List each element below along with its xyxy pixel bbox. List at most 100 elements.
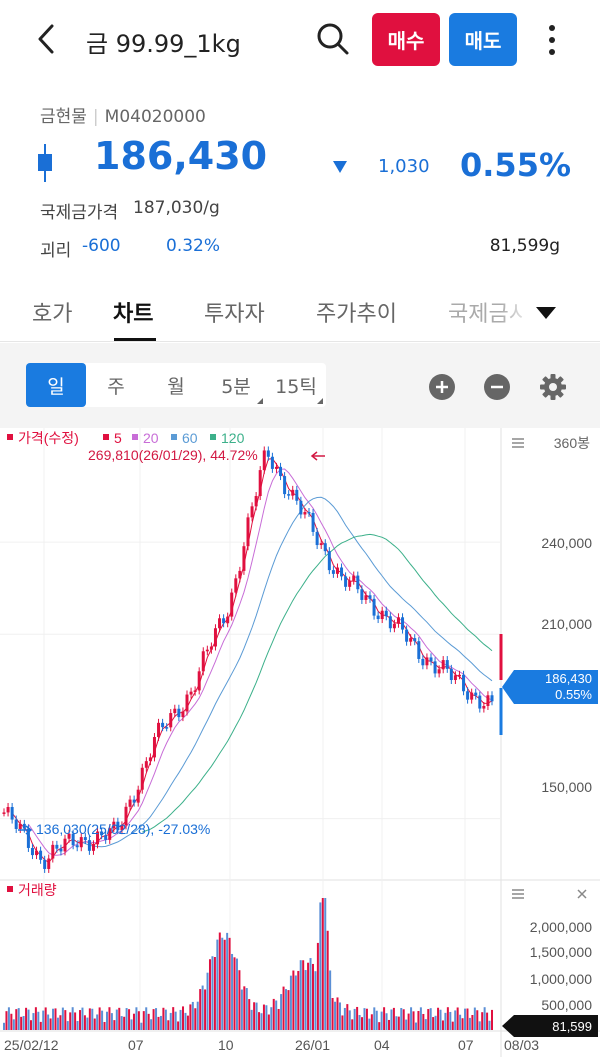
volume-bar xyxy=(343,1007,346,1030)
search-icon[interactable] xyxy=(314,20,352,58)
volume-menu-icon[interactable] xyxy=(512,889,524,899)
volume-bar xyxy=(98,1007,101,1030)
chart-menu-icon[interactable] xyxy=(512,438,524,448)
candle xyxy=(35,850,39,856)
candle xyxy=(490,695,494,702)
volume-bar xyxy=(243,986,246,1030)
candle xyxy=(132,799,136,803)
tab-investor[interactable]: 투자자 xyxy=(204,296,265,328)
market-code: 금현물 | M04020000 xyxy=(40,107,206,127)
volume-bar xyxy=(123,1016,126,1030)
candle xyxy=(319,543,323,546)
volume-bar xyxy=(189,1004,192,1030)
tab-price-trend[interactable]: 주가추이 xyxy=(316,296,397,328)
candle-count: 360봉 xyxy=(554,435,590,451)
legend-swatch-ma60 xyxy=(171,434,177,440)
candle xyxy=(148,757,152,762)
period-15tick[interactable]: 15틱 xyxy=(266,363,326,407)
gap-rate: 0.32% xyxy=(166,236,221,256)
candle xyxy=(462,674,466,692)
candle xyxy=(246,517,250,547)
sell-button[interactable]: 매도 xyxy=(449,13,517,66)
tab-bar: 호가 차트 투자자 주가추이 국제금시 xyxy=(0,284,600,342)
candle xyxy=(43,859,47,869)
candle xyxy=(482,705,486,709)
volume-bar xyxy=(400,1007,403,1030)
volume-bar xyxy=(410,1007,413,1030)
period-selector: 일 주 월 5분 15틱 xyxy=(26,363,326,407)
candle xyxy=(470,692,474,700)
volume-bar xyxy=(27,1009,30,1030)
volume-bar xyxy=(115,1009,118,1030)
change-rate: 0.55% xyxy=(460,146,572,184)
date-label-end: 08/03 xyxy=(504,1037,539,1053)
candle xyxy=(486,695,490,706)
volume-bar xyxy=(309,958,312,1030)
candle xyxy=(136,789,140,803)
candle xyxy=(87,840,91,851)
candle xyxy=(364,595,368,600)
period-5min[interactable]: 5분 xyxy=(206,363,266,407)
price-change: 1,030 xyxy=(378,156,430,177)
volume-bar xyxy=(311,963,314,1030)
tab-dropdown-icon[interactable] xyxy=(536,306,556,320)
legend-ma20: 20 xyxy=(143,430,159,446)
volume-bar xyxy=(216,939,219,1030)
ma120-line xyxy=(142,533,493,833)
app-header: 금 99.99_1kg 매수 매도 xyxy=(0,0,600,80)
candle xyxy=(185,694,189,712)
volume-bar xyxy=(324,898,327,1030)
candle xyxy=(10,807,14,820)
volume-bar xyxy=(319,902,322,1030)
volume-bar xyxy=(167,1020,170,1030)
candle xyxy=(348,580,352,587)
candle xyxy=(445,660,449,669)
back-arrow-icon[interactable] xyxy=(30,22,64,56)
volume-bar xyxy=(434,1015,437,1030)
date-label-jul2: 07 xyxy=(458,1037,474,1053)
volume-bar xyxy=(34,1007,37,1030)
candle xyxy=(344,576,348,587)
period-month[interactable]: 월 xyxy=(146,363,206,407)
volume-bar xyxy=(287,990,290,1030)
settings-icon[interactable] xyxy=(539,373,567,401)
candle xyxy=(161,722,165,728)
zoom-out-icon[interactable] xyxy=(483,373,511,401)
close-icon[interactable] xyxy=(577,889,587,899)
candle xyxy=(152,737,156,758)
price-chart[interactable]: 가격(수정) 5 20 60 120 360봉 269,810(26/01/29… xyxy=(0,428,600,1057)
candle xyxy=(79,837,83,848)
volume-bar xyxy=(184,1012,187,1030)
period-15tick-label: 15틱 xyxy=(275,375,317,398)
intl-price-label: 국제금가격 xyxy=(40,203,119,223)
date-label-oct: 10 xyxy=(218,1037,234,1053)
buy-button[interactable]: 매수 xyxy=(372,13,440,66)
period-day[interactable]: 일 xyxy=(26,363,86,407)
more-vert-icon[interactable] xyxy=(538,22,566,58)
candle xyxy=(340,567,344,577)
volume-bar xyxy=(137,1011,140,1030)
volume-bar xyxy=(388,1019,391,1030)
period-week[interactable]: 주 xyxy=(86,363,146,407)
candle xyxy=(22,823,26,829)
zoom-in-icon[interactable] xyxy=(428,373,456,401)
volume-bar xyxy=(235,958,238,1030)
volume-bar xyxy=(113,1020,116,1030)
volume-bar xyxy=(390,1009,393,1030)
volume-bar xyxy=(481,1012,484,1030)
candle xyxy=(380,610,384,620)
tab-orderbook[interactable]: 호가 xyxy=(32,296,72,328)
candle xyxy=(39,850,43,860)
tab-chart[interactable]: 차트 xyxy=(113,296,153,328)
price-tick-240000: 240,000 xyxy=(541,535,592,551)
candle xyxy=(213,628,217,647)
legend-ma5: 5 xyxy=(114,430,122,446)
volume-bar xyxy=(280,994,283,1030)
candle xyxy=(226,616,230,624)
candle xyxy=(242,546,246,571)
volume-bar xyxy=(47,1014,50,1030)
chart-legend: 가격(수정) 5 20 60 120 xyxy=(7,430,245,446)
volume-bar xyxy=(71,1007,74,1030)
candle xyxy=(307,512,311,514)
volume-bar xyxy=(437,1007,440,1030)
